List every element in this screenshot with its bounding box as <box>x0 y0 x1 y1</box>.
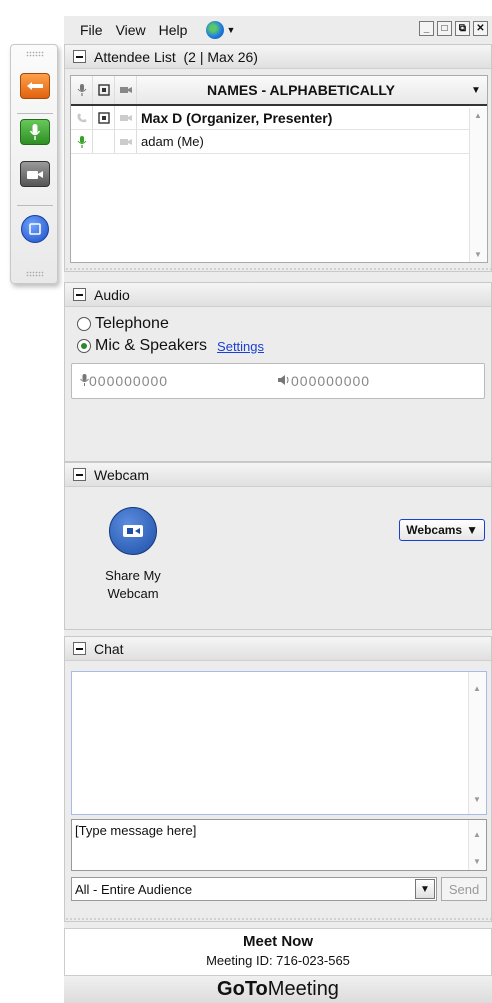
attendee-row[interactable]: adam (Me) <box>71 130 487 154</box>
webcams-dropdown-label: Webcams <box>406 523 463 537</box>
collapse-attendee-button[interactable] <box>73 50 86 63</box>
speaker-level-meter: 000000000 <box>277 373 477 389</box>
screen-share-button[interactable] <box>21 215 49 243</box>
menu-view[interactable]: View <box>116 22 146 38</box>
meet-now-box: Meet Now Meeting ID: 716-023-565 <box>64 928 492 976</box>
menu-bar: File View Help ▼ _ □ ⧉ ✕ <box>64 16 492 44</box>
attendee-table: NAMES - ALPHABETICALLY ▼ Max D (Organize… <box>70 75 488 263</box>
menu-help[interactable]: Help <box>159 22 188 38</box>
audio-panel: Audio Telephone Mic & Speakers Settings … <box>64 282 492 462</box>
speaker-level-value: 000000000 <box>291 373 371 389</box>
telephone-option[interactable]: Telephone <box>65 313 491 335</box>
attendee-table-header: NAMES - ALPHABETICALLY ▼ <box>71 76 487 106</box>
panel-resize-grip[interactable] <box>65 917 491 921</box>
chat-controls: All - Entire Audience ▼ Send <box>71 877 487 901</box>
meeting-id: Meeting ID: 716-023-565 <box>206 953 350 968</box>
chat-log-scrollbar[interactable]: ▲ ▼ <box>468 672 486 814</box>
webcam-header: Webcam <box>65 463 491 487</box>
maximize-button[interactable]: □ <box>437 21 452 36</box>
audience-select[interactable]: All - Entire Audience ▼ <box>71 877 437 901</box>
chat-panel: Chat ▲ ▼ [Type message here] ▲ ▼ All - E… <box>64 636 492 922</box>
chat-message-input[interactable]: [Type message here] ▲ ▼ <box>71 819 487 871</box>
collapse-webcam-button[interactable] <box>73 468 86 481</box>
collapse-chat-button[interactable] <box>73 642 86 655</box>
microphone-icon <box>71 130 93 153</box>
audio-title: Audio <box>94 286 130 303</box>
telephone-label: Telephone <box>95 315 169 332</box>
phone-icon <box>71 106 93 129</box>
chat-log[interactable]: ▲ ▼ <box>71 671 487 815</box>
names-column-header[interactable]: NAMES - ALPHABETICALLY <box>137 82 465 98</box>
meet-now-title[interactable]: Meet Now <box>65 933 491 950</box>
sort-caret-icon[interactable]: ▼ <box>465 85 487 96</box>
webcams-dropdown[interactable]: Webcams ▼ <box>399 519 485 541</box>
attendee-header: Attendee List (2 | Max 26) <box>65 45 491 69</box>
screen-icon <box>29 223 41 235</box>
attendee-scrollbar[interactable]: ▲ ▼ <box>469 108 487 262</box>
mic-button[interactable] <box>20 119 50 145</box>
globe-icon[interactable] <box>206 21 225 39</box>
menu-file[interactable]: File <box>80 22 103 38</box>
presenter-icon <box>93 106 115 129</box>
chat-placeholder: [Type message here] <box>75 823 197 838</box>
camera-off-icon <box>115 106 137 129</box>
window-controls: _ □ ⧉ ✕ <box>419 21 488 36</box>
mic-radio[interactable] <box>77 339 91 353</box>
send-button[interactable]: Send <box>441 877 487 901</box>
webcam-button[interactable] <box>20 161 50 187</box>
audio-header: Audio <box>65 283 491 307</box>
audio-meters: 000000000 000000000 <box>71 363 485 399</box>
strip-top-grip[interactable] <box>26 51 44 57</box>
chevron-down-icon[interactable]: ▼ <box>226 25 235 35</box>
telephone-radio[interactable] <box>77 317 91 331</box>
arrow-left-icon <box>27 82 43 90</box>
gotomeeting-logo: GoToMeeting <box>64 976 492 1003</box>
close-button[interactable]: ✕ <box>473 21 488 36</box>
camera-icon <box>27 170 43 179</box>
strip-separator <box>17 113 53 114</box>
audience-value: All - Entire Audience <box>75 881 193 897</box>
video-camera-icon <box>123 525 143 537</box>
chat-header: Chat <box>65 637 491 661</box>
share-webcam-button[interactable] <box>109 507 157 555</box>
restore-button[interactable]: ⧉ <box>455 21 470 36</box>
audio-settings-link[interactable]: Settings <box>217 339 264 354</box>
camera-column-icon[interactable] <box>115 76 137 104</box>
webcam-title: Webcam <box>94 466 149 483</box>
chat-title: Chat <box>94 640 124 657</box>
minimize-button[interactable]: _ <box>419 21 434 36</box>
main-window: File View Help ▼ _ □ ⧉ ✕ Attendee List (… <box>64 16 492 1003</box>
mic-option[interactable]: Mic & Speakers Settings <box>65 335 491 357</box>
strip-separator <box>17 205 53 206</box>
attendee-name: adam (Me) <box>141 134 204 149</box>
mic-level-value: 000000000 <box>89 373 169 389</box>
chevron-down-icon: ▼ <box>466 523 478 537</box>
webcam-panel: Webcam Share My Webcam Webcams ▼ <box>64 462 492 630</box>
microphone-icon <box>80 374 89 386</box>
camera-off-icon <box>115 130 137 153</box>
attendee-count: (2 | Max 26) <box>183 48 258 65</box>
attendee-row[interactable]: Max D (Organizer, Presenter) <box>71 106 487 130</box>
speaker-icon <box>278 375 289 385</box>
chevron-down-icon[interactable]: ▼ <box>415 879 435 899</box>
mic-level-meter: 000000000 <box>72 373 277 389</box>
chat-input-scrollbar[interactable]: ▲ ▼ <box>468 820 486 870</box>
control-strip <box>10 44 58 284</box>
screen-column-icon[interactable] <box>93 76 115 104</box>
panel-resize-grip[interactable] <box>65 267 491 271</box>
attendee-title: Attendee List <box>94 48 176 65</box>
microphone-icon <box>29 124 41 140</box>
mic-column-icon[interactable] <box>71 76 93 104</box>
collapse-audio-button[interactable] <box>73 288 86 301</box>
attendee-name: Max D (Organizer, Presenter) <box>141 109 333 126</box>
attendee-panel: Attendee List (2 | Max 26) NAMES - ALPHA… <box>64 44 492 272</box>
strip-bottom-grip[interactable] <box>26 271 44 277</box>
share-webcam-label[interactable]: Share My Webcam <box>83 567 183 603</box>
mic-label: Mic & Speakers <box>95 337 208 354</box>
collapse-panel-button[interactable] <box>20 73 50 99</box>
